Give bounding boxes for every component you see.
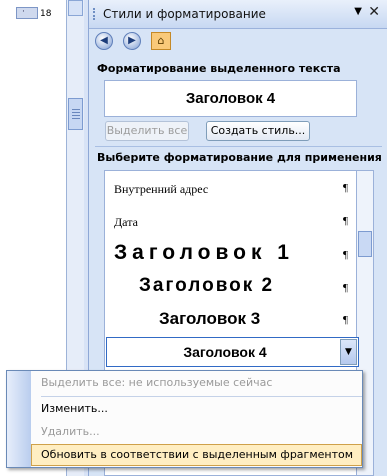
selected-style-label: Заголовок 4: [183, 344, 267, 360]
chevron-down-icon[interactable]: ▼: [340, 339, 357, 365]
pane-title: Стили и форматирование: [103, 7, 266, 21]
forward-icon[interactable]: ▶: [123, 32, 141, 50]
style-item-label: Заголовок 3: [159, 309, 261, 328]
pane-dropdown-icon[interactable]: ▼: [354, 6, 362, 17]
pilcrow-icon: ¶: [343, 182, 348, 194]
select-all-button[interactable]: Выделить все: [105, 121, 189, 141]
menu-item-delete[interactable]: Удалить...: [31, 421, 362, 443]
current-style-preview: Заголовок 4: [104, 80, 357, 117]
style-item-label: Заголовок 2: [139, 275, 275, 296]
style-item-label: Внутренний адрес: [114, 182, 209, 196]
menu-item-modify[interactable]: Изменить...: [31, 398, 362, 420]
selected-text-section-title: Форматирование выделенного текста: [97, 62, 341, 75]
menu-separator: [41, 396, 362, 397]
ruler-indent-marker[interactable]: ·: [16, 7, 38, 19]
create-style-button[interactable]: Создать стиль...: [206, 121, 310, 141]
menu-item-update-to-match-selection[interactable]: Обновить в соответствии с выделенным фра…: [31, 444, 362, 466]
close-icon[interactable]: ✕: [368, 4, 380, 20]
style-item-heading-2[interactable]: Заголовок 2 ¶: [105, 274, 356, 302]
back-icon[interactable]: ◀: [95, 32, 113, 50]
pilcrow-icon: ¶: [343, 314, 348, 326]
menu-icon-strip: [7, 371, 31, 467]
style-item-date[interactable]: Дата ¶: [105, 211, 356, 233]
pilcrow-icon: ¶: [343, 282, 348, 294]
style-item-label: Заголовок 1: [114, 241, 294, 264]
style-item-inner-address[interactable]: Внутренний адрес ¶: [105, 179, 356, 199]
menu-item-select-all-unused[interactable]: Выделить все: не используемые сейчас: [31, 372, 362, 394]
pilcrow-icon: ¶: [343, 215, 348, 227]
apply-section-title: Выберите форматирование для применения: [97, 151, 382, 164]
scroll-thumb[interactable]: [68, 98, 83, 130]
scroll-up-button[interactable]: [68, 0, 83, 16]
style-item-heading-3[interactable]: Заголовок 3 ¶: [105, 307, 356, 333]
horizontal-ruler[interactable]: · 18: [0, 0, 64, 23]
pilcrow-icon: ¶: [343, 249, 348, 261]
selected-style-item[interactable]: Заголовок 4 ▼: [106, 337, 359, 367]
pane-grip[interactable]: [93, 8, 97, 20]
style-item-label: Дата: [114, 215, 138, 229]
ruler-number: 18: [40, 9, 52, 19]
divider: [95, 146, 382, 147]
style-context-menu: Выделить все: не используемые сейчас Изм…: [6, 370, 363, 468]
style-item-heading-1[interactable]: Заголовок 1 ¶: [105, 241, 356, 271]
home-icon[interactable]: ⌂: [151, 32, 171, 50]
styles-list-scroll-thumb[interactable]: [358, 231, 372, 257]
pane-header: Стили и форматирование ▼ ✕: [89, 0, 387, 29]
